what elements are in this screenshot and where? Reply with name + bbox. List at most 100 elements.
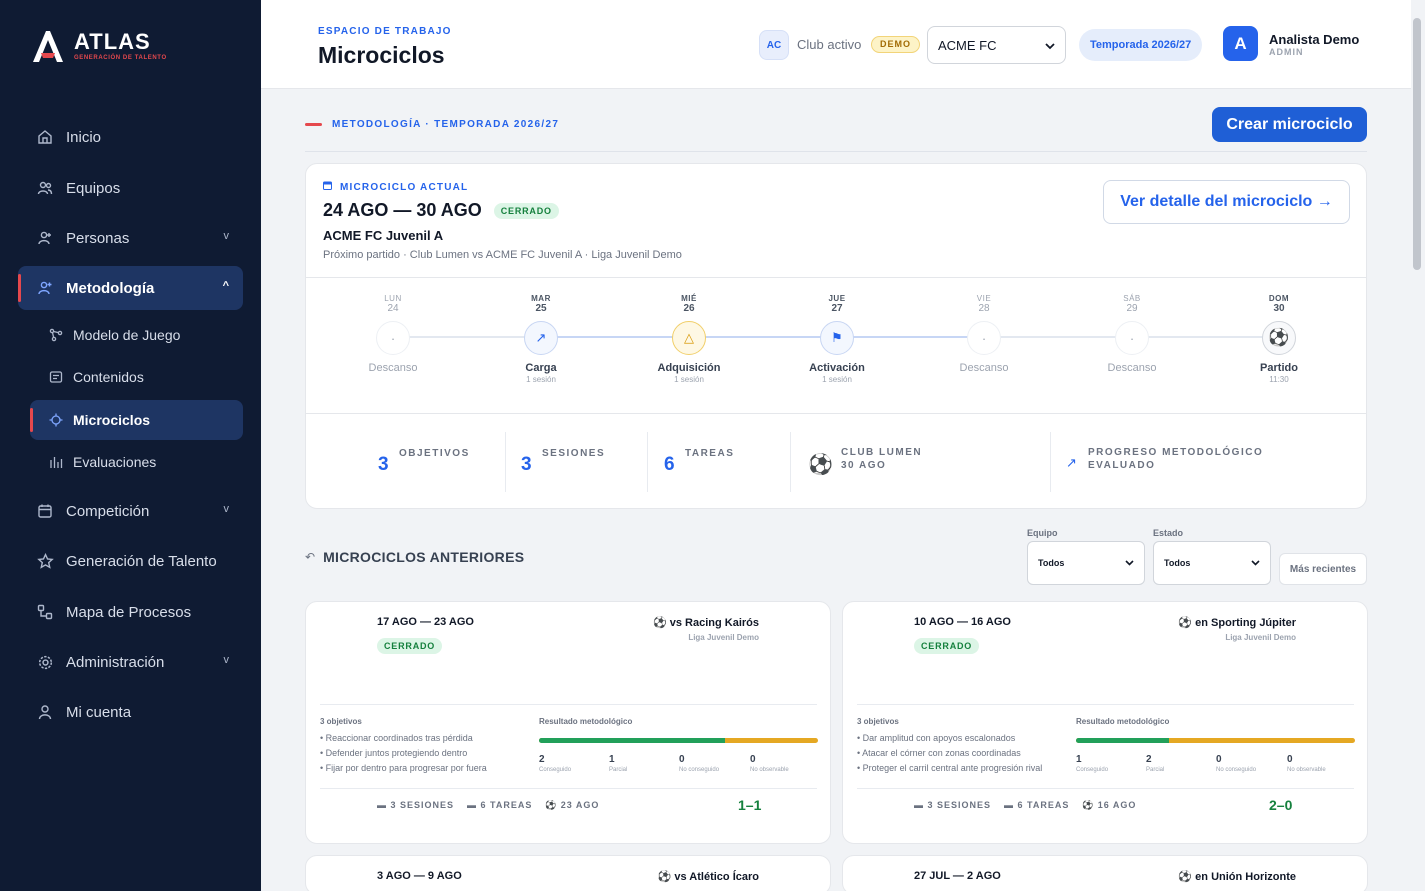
sidebar-item-label: Administración — [66, 653, 165, 671]
sidebar-item-administracion[interactable]: Administración v — [18, 640, 243, 684]
sidebar-item-inicio[interactable]: Inicio — [18, 115, 243, 159]
chevron-up-icon[interactable]: ^ — [223, 280, 229, 292]
count-value: 0 — [750, 754, 756, 765]
chevron-down-icon[interactable]: v — [224, 654, 230, 666]
filter-state-select[interactable]: Todos — [1153, 541, 1271, 585]
sidebar-item-label: Metodología — [66, 279, 155, 297]
chevron-down-icon[interactable]: v — [224, 230, 230, 242]
card-sessions: ▬ 3 SESIONES — [377, 800, 454, 810]
sidebar-item-label: Generación de Talento — [66, 552, 217, 570]
sidebar-subitem-microciclos[interactable]: Microciclos — [30, 400, 243, 440]
microcycle-card[interactable]: 10 AGO — 16 AGO CERRADO ⚽ en Sporting Jú… — [842, 601, 1368, 844]
count-value: 0 — [1216, 754, 1222, 765]
card-opponent-name: vs Atlético Ícaro — [674, 871, 759, 883]
history-icon: ↶ — [305, 550, 316, 564]
demo-badge: DEMO — [871, 36, 920, 53]
timeline-day[interactable]: MAR 25 ↗ Carga 1 sesión — [491, 294, 591, 384]
filter-team-select[interactable]: Todos — [1027, 541, 1145, 585]
avatar[interactable]: A — [1223, 26, 1258, 61]
day-name: LUN — [384, 294, 402, 303]
card-score: 2–0 — [1269, 797, 1293, 813]
chevron-down-icon — [1045, 38, 1055, 53]
progress-stat: PROGRESO METODOLÓGICO EVALUADO — [1088, 446, 1263, 472]
timeline-day[interactable]: JUE 27 ⚑ Activación 1 sesión — [787, 294, 887, 384]
card-opponent: ⚽ vs Atlético Ícaro — [658, 870, 759, 883]
stat-value: 3 — [378, 454, 389, 475]
count-value: 1 — [1076, 754, 1082, 765]
count-value: 2 — [1146, 754, 1152, 765]
timeline-day[interactable]: DOM 30 ⚽ Partido 11:30 — [1229, 294, 1329, 384]
view-detail-button[interactable]: Ver detalle del microciclo → — [1103, 180, 1350, 224]
card-league: Liga Juvenil Demo — [688, 633, 759, 642]
scrollbar-thumb[interactable] — [1413, 18, 1421, 270]
day-name: JUE — [828, 294, 846, 303]
club-active-label: Club activo — [797, 37, 862, 52]
count-label: Conseguido — [539, 767, 572, 773]
day-number: 26 — [683, 303, 695, 314]
brand-logo[interactable]: ATLAS GENERACIÓN DE TALENTO — [30, 28, 167, 64]
stat-separator — [647, 432, 648, 492]
current-microcycle-card: MICROCICLO ACTUAL 24 AGO — 30 AGO CERRAD… — [305, 163, 1367, 509]
status-badge: CERRADO — [377, 638, 443, 654]
season-pill[interactable]: Temporada 2026/27 — [1079, 29, 1203, 61]
timeline-day[interactable]: VIE 28 · Descanso — [934, 294, 1034, 375]
day-sub: 1 sesión — [526, 375, 556, 384]
day-label: Descanso — [1107, 362, 1157, 374]
timeline-day[interactable]: SÁB 29 · Descanso — [1082, 294, 1182, 375]
sidebar-item-generacion-de-talento[interactable]: Generación de Talento — [18, 539, 243, 583]
card-dates: 17 AGO — 23 AGO — [377, 616, 474, 628]
stat-label: TAREAS — [685, 448, 735, 459]
sidebar-item-mapa-de-procesos[interactable]: Mapa de Procesos — [18, 590, 243, 634]
card-dates: 3 AGO — 9 AGO — [377, 870, 462, 882]
card-sessions-label: 3 SESIONES — [927, 800, 992, 810]
microcycle-card[interactable]: 27 JUL — 2 AGO ⚽ en Unión Horizonte — [842, 855, 1368, 891]
timeline-day[interactable]: MIÉ 26 △ Adquisición 1 sesión — [639, 294, 739, 384]
soccer-ball-icon: ⚽ — [545, 800, 558, 810]
sidebar-subitem-evaluaciones[interactable]: Evaluaciones — [30, 442, 243, 482]
day-name: SÁB — [1123, 294, 1141, 303]
sidebar-item-metodologia[interactable]: Metodología ^ — [18, 266, 243, 310]
next-match-date: 30 AGO — [841, 460, 887, 471]
atlas-logo-icon — [30, 28, 66, 64]
document-icon — [49, 370, 63, 384]
timeline-day[interactable]: LUN 24 · Descanso — [343, 294, 443, 375]
chevron-down-icon[interactable]: v — [224, 503, 230, 515]
create-microcycle-button[interactable]: Crear microciclo — [1212, 107, 1367, 142]
card-dates: 10 AGO — 16 AGO — [914, 616, 1011, 628]
calendar-icon: ▬ — [914, 800, 924, 810]
stat-objetivos: 3 OBJETIVOS — [378, 432, 498, 492]
result-title: Resultado metodológico — [539, 717, 633, 726]
timeline-active-segment — [541, 336, 985, 338]
sidebar-item-mi-cuenta[interactable]: Mi cuenta — [18, 690, 243, 734]
triangle-icon: △ — [672, 321, 706, 355]
club-select[interactable]: ACME FC — [927, 26, 1066, 64]
previous-header: ↶ MICROCICLOS ANTERIORES — [305, 549, 524, 565]
card-tasks-label: 6 TAREAS — [1017, 800, 1070, 810]
result-progress-fill — [539, 738, 726, 743]
day-name: DOM — [1268, 294, 1290, 303]
day-label: Activación — [809, 362, 865, 374]
person-plus-icon — [36, 279, 54, 297]
sort-recent-button[interactable]: Más recientes — [1279, 553, 1367, 585]
result-progress-fill — [1076, 738, 1169, 743]
sidebar-subitem-modelo-de-juego[interactable]: Modelo de Juego — [30, 315, 243, 355]
stat-separator — [1050, 432, 1051, 492]
progress-value: EVALUADO — [1088, 460, 1156, 471]
count-label: No observable — [1287, 767, 1326, 773]
section-label: METODOLOGÍA · TEMPORADA 2026/27 — [332, 119, 560, 130]
microcycle-card[interactable]: 3 AGO — 9 AGO ⚽ vs Atlético Ícaro — [305, 855, 831, 891]
stat-label: SESIONES — [542, 448, 606, 459]
card-divider — [306, 277, 1366, 278]
trend-up-icon: ↗ — [524, 321, 558, 355]
count-label: No observable — [750, 767, 789, 773]
day-number: 30 — [1273, 303, 1285, 314]
sidebar-item-personas[interactable]: Personas v — [18, 216, 243, 260]
microcycle-card[interactable]: 17 AGO — 23 AGO CERRADO ⚽ vs Racing Kair… — [305, 601, 831, 844]
count-value: 2 — [539, 754, 545, 765]
soccer-ball-icon: ⚽ — [1262, 321, 1296, 355]
sidebar-item-equipos[interactable]: Equipos — [18, 166, 243, 210]
sidebar-subitem-contenidos[interactable]: Contenidos — [30, 357, 243, 397]
sidebar-item-competicion[interactable]: Competición v — [18, 489, 243, 533]
stat-value: 3 — [521, 454, 532, 475]
club-select-value: ACME FC — [938, 37, 997, 53]
